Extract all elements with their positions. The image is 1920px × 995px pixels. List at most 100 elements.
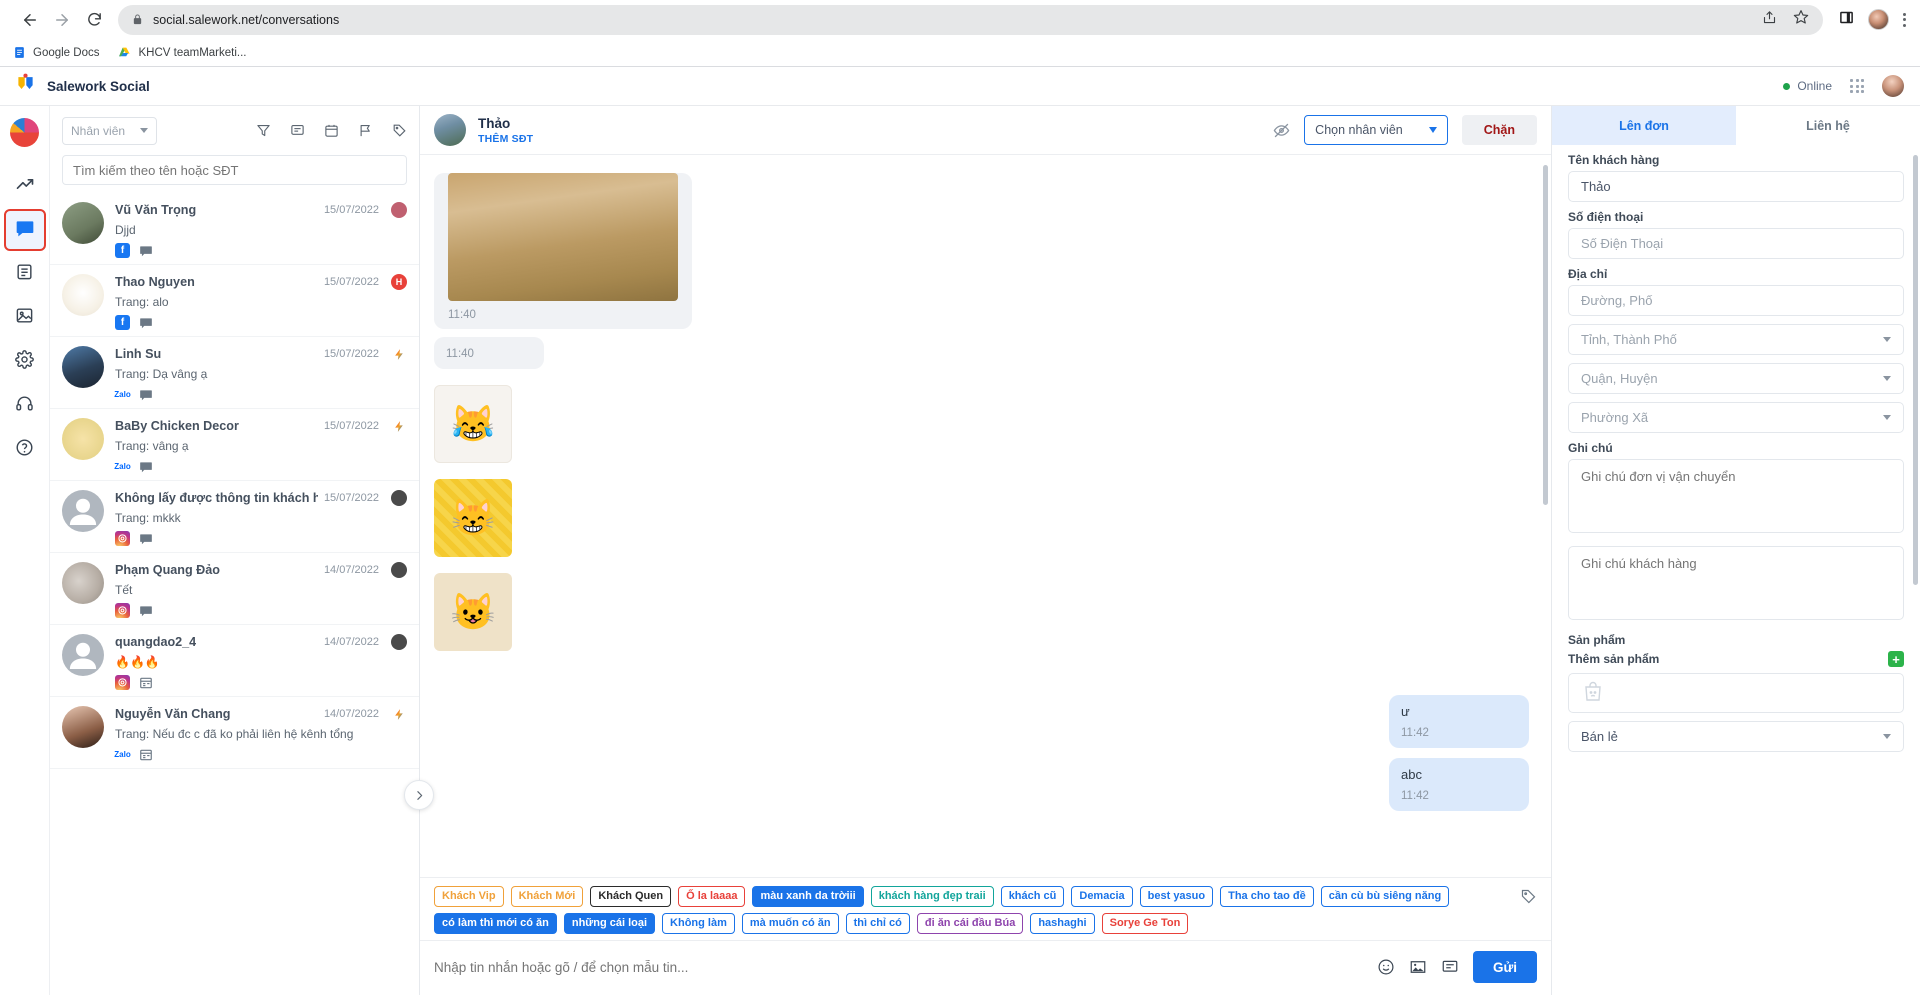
sidebar-item-orders[interactable] xyxy=(4,253,46,295)
street-input[interactable]: Đường, Phố xyxy=(1568,285,1904,316)
ward-select[interactable]: Phường Xã xyxy=(1568,402,1904,433)
block-button[interactable]: Chặn xyxy=(1461,115,1537,145)
sidebar-item-analytics[interactable] xyxy=(4,165,46,207)
chat-tag[interactable]: Khách Mới xyxy=(510,886,584,907)
chat-tag[interactable]: có làm thì mới có ăn xyxy=(434,913,557,934)
staff-filter-select[interactable]: Nhân viên xyxy=(62,116,157,145)
province-select[interactable]: Tỉnh, Thành Phố xyxy=(1568,324,1904,355)
order-panel-scrollbar[interactable] xyxy=(1913,155,1918,585)
kebab-menu-icon[interactable] xyxy=(1903,12,1906,27)
eye-off-icon[interactable] xyxy=(1273,122,1290,139)
comment-icon[interactable] xyxy=(290,123,305,138)
sticker-message[interactable]: 😺 xyxy=(434,573,512,651)
chat-tag[interactable]: màu xanh da trờiii xyxy=(752,886,864,907)
chat-tag[interactable]: Không làm xyxy=(662,913,735,934)
tab-create-order[interactable]: Lên đơn xyxy=(1552,106,1736,145)
sidebar-item-help[interactable] xyxy=(4,429,46,471)
user-avatar[interactable] xyxy=(1882,75,1904,97)
chat-tag[interactable]: những cái loại xyxy=(563,913,656,934)
district-select[interactable]: Quận, Huyện xyxy=(1568,363,1904,394)
tag-edit-icon[interactable] xyxy=(1520,886,1537,905)
calendar-icon[interactable] xyxy=(324,123,339,138)
chat-tag[interactable]: Khách Quen xyxy=(590,886,672,907)
message-scrollbar[interactable] xyxy=(1543,165,1548,505)
message-input[interactable] xyxy=(434,959,1363,975)
tab-contact[interactable]: Liên hệ xyxy=(1736,106,1920,145)
chat-tag[interactable]: cần cù bù siêng năng xyxy=(1320,886,1450,907)
tag-icon[interactable] xyxy=(392,123,407,138)
sticker-message[interactable]: 😹 xyxy=(434,385,512,463)
list-item[interactable]: Phạm Quang Đảo 14/07/2022 Tết ◎ xyxy=(50,553,419,625)
text-message-bubble[interactable]: abc 11:42 xyxy=(1389,758,1529,811)
brand[interactable]: Salework Social xyxy=(0,73,150,99)
image-icon[interactable] xyxy=(1409,958,1427,976)
message-icon[interactable] xyxy=(139,604,153,618)
chat-tag[interactable]: Tha cho tao đề xyxy=(1220,886,1314,907)
address-bar[interactable]: social.salework.net/conversations xyxy=(118,4,1823,35)
message-icon[interactable] xyxy=(139,532,153,546)
bookmark-google-docs[interactable]: Google Docs xyxy=(12,46,99,60)
image-message-bubble[interactable]: 11:40 xyxy=(434,173,692,329)
message-icon[interactable] xyxy=(139,316,153,330)
search-input[interactable] xyxy=(62,155,407,185)
conversation-items[interactable]: Vũ Văn Trọng 15/07/2022 Djjd f Thao Nguyen 15… xyxy=(50,193,419,995)
list-item[interactable]: Linh Su 15/07/2022 Trang: Dạ vâng ạ Zalo xyxy=(50,337,419,409)
plus-icon[interactable]: + xyxy=(1888,651,1904,667)
message-icon[interactable] xyxy=(139,388,153,402)
list-item[interactable]: Vũ Văn Trọng 15/07/2022 Djjd f xyxy=(50,193,419,265)
workspace-avatar[interactable] xyxy=(10,118,39,147)
add-phone-link[interactable]: THÊM SĐT xyxy=(478,133,533,145)
list-item[interactable]: BaBy Chicken Decor 15/07/2022 Trang: vâng … xyxy=(50,409,419,481)
forward-arrow-icon[interactable] xyxy=(46,4,78,36)
text-message-bubble[interactable]: 11:40 xyxy=(434,337,544,369)
list-item[interactable]: Không lấy được thông tin khách hàng 15/07… xyxy=(50,481,419,553)
flag-icon[interactable] xyxy=(358,123,373,138)
star-icon[interactable] xyxy=(1793,9,1809,30)
channel-select[interactable]: Bán lẻ xyxy=(1568,721,1904,752)
chat-tag[interactable]: thì chỉ có xyxy=(845,913,910,934)
list-item[interactable]: Nguyễn Văn Chang 14/07/2022 Trang: Nếu đc … xyxy=(50,697,419,769)
sidebar-item-support[interactable] xyxy=(4,385,46,427)
chat-tag[interactable]: đi ăn cái đầu Búa xyxy=(916,913,1024,934)
news-icon[interactable] xyxy=(139,748,153,762)
chat-tag[interactable]: Khách Vip xyxy=(434,886,504,907)
text-message-bubble[interactable]: ư 11:42 xyxy=(1389,695,1529,748)
customer-name-input[interactable]: Thảo xyxy=(1568,171,1904,202)
list-item[interactable]: quangdao2_4 14/07/2022 🔥🔥🔥 ◎ xyxy=(50,625,419,697)
browser-profile-avatar[interactable] xyxy=(1868,9,1889,30)
expand-list-button[interactable] xyxy=(404,780,434,810)
assign-staff-select[interactable]: Chọn nhân viên xyxy=(1304,115,1448,145)
bookmark-khcv-team[interactable]: KHCV teamMarketi... xyxy=(117,46,246,60)
chat-tag[interactable]: best yasuo xyxy=(1139,886,1214,907)
sidebar-item-media[interactable] xyxy=(4,297,46,339)
shipping-note-textarea[interactable] xyxy=(1568,459,1904,533)
sticker-message[interactable]: 😸 xyxy=(434,479,512,557)
chat-tag[interactable]: mà muốn có ăn xyxy=(741,913,839,934)
emoji-icon[interactable] xyxy=(1377,958,1395,976)
chat-tag[interactable]: khách hàng đẹp traii xyxy=(870,886,994,907)
chat-tag[interactable]: Ố la laaaa xyxy=(678,886,746,907)
customer-note-textarea[interactable] xyxy=(1568,546,1904,620)
quick-reply-icon[interactable] xyxy=(1441,958,1459,976)
list-item[interactable]: Thao Nguyen 15/07/2022 H Trang: alo f xyxy=(50,265,419,337)
filter-icon[interactable] xyxy=(256,123,271,138)
side-panel-icon[interactable] xyxy=(1839,10,1854,30)
grid-apps-icon[interactable] xyxy=(1850,79,1864,93)
news-icon[interactable] xyxy=(139,676,153,690)
share-icon[interactable] xyxy=(1762,10,1777,30)
message-icon[interactable] xyxy=(139,244,153,258)
reload-icon[interactable] xyxy=(78,4,110,36)
chat-tag[interactable]: hashaghi xyxy=(1030,913,1095,934)
chat-tag[interactable]: khách cũ xyxy=(1000,886,1065,907)
assign-staff-label: Chọn nhân viên xyxy=(1315,123,1403,137)
sidebar-item-conversations[interactable] xyxy=(3,209,46,251)
send-button[interactable]: Gửi xyxy=(1472,951,1537,983)
product-empty-select[interactable] xyxy=(1568,673,1904,713)
message-icon[interactable] xyxy=(139,460,153,474)
back-arrow-icon[interactable] xyxy=(14,4,46,36)
chat-tag[interactable]: Sorye Ge Ton xyxy=(1101,913,1189,934)
chat-tag[interactable]: Demacia xyxy=(1071,886,1133,907)
message-area[interactable]: 11:40 11:40 😹 😸 😺 ư 11:42 abc 11:42 xyxy=(420,155,1551,877)
phone-input[interactable]: Số Điện Thoại xyxy=(1568,228,1904,259)
sidebar-item-settings[interactable] xyxy=(4,341,46,383)
